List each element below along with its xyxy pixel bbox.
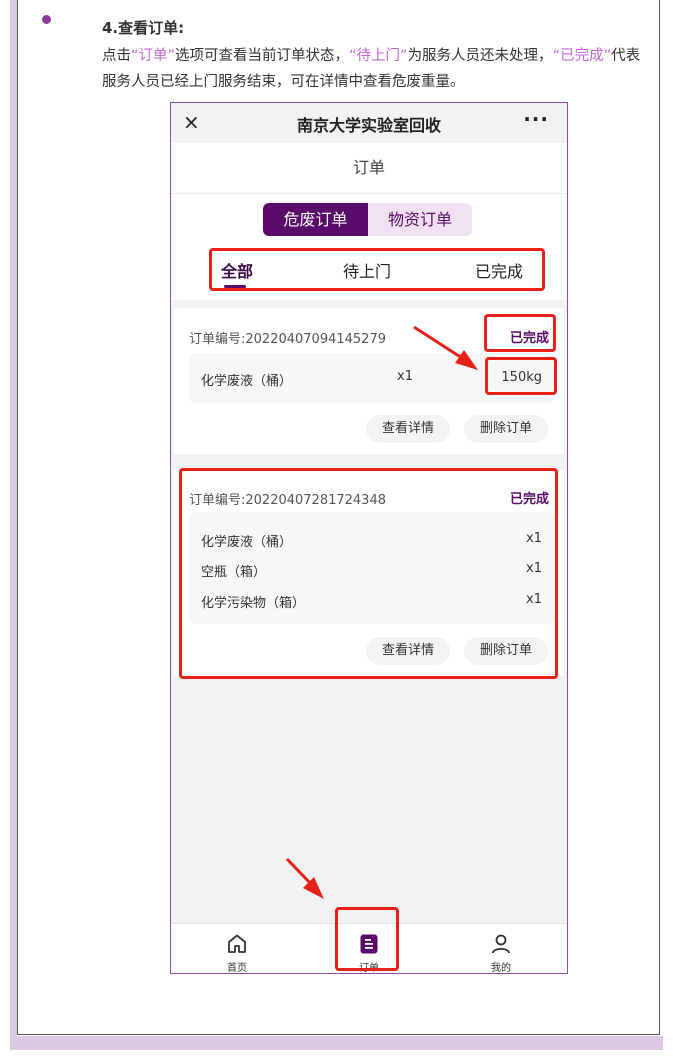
para-text: 点击 bbox=[102, 48, 131, 64]
annotation-box-orders-tab bbox=[335, 907, 399, 971]
app-title: 南京大学实验室回收 bbox=[296, 116, 441, 135]
section-heading: 4.查看订单: bbox=[102, 19, 185, 37]
user-icon bbox=[492, 934, 510, 954]
bottom-border-band bbox=[10, 1036, 663, 1050]
tabbar-label: 首页 bbox=[227, 963, 247, 974]
home-icon bbox=[228, 934, 246, 953]
tabbar-item-mine[interactable]: 我的 bbox=[461, 924, 541, 974]
annotation-box-weight bbox=[485, 357, 557, 395]
instruction-paragraph: 点击“订单”选项可查看当前订单状态，“待上门”为服务人员还未处理，“已完成”代表… bbox=[102, 43, 642, 95]
left-border-band bbox=[10, 0, 17, 1036]
tab-material-orders[interactable]: 物资订单 bbox=[368, 203, 472, 236]
view-details-button[interactable]: 查看详情 bbox=[366, 415, 450, 443]
tabbar-label: 我的 bbox=[491, 963, 511, 974]
para-text: 为服务人员还未处理， bbox=[407, 48, 553, 64]
item-name: 化学废液（桶） bbox=[201, 374, 293, 389]
more-icon[interactable]: ··· bbox=[523, 107, 549, 131]
annotation-box-status bbox=[484, 314, 556, 352]
page-title: 订单 bbox=[171, 143, 567, 194]
list-bullet bbox=[42, 15, 51, 24]
delete-order-button[interactable]: 删除订单 bbox=[464, 415, 548, 443]
para-highlight-done: “已完成” bbox=[552, 48, 612, 64]
order-number: 订单编号:20220407094145279 bbox=[189, 332, 386, 347]
para-text: 选项可查看当前订单状态， bbox=[175, 48, 350, 64]
para-highlight-order: “订单” bbox=[131, 48, 176, 64]
item-quantity: x1 bbox=[397, 369, 413, 384]
tab-hazardous-orders[interactable]: 危废订单 bbox=[263, 203, 368, 236]
tabbar-item-home[interactable]: 首页 bbox=[197, 924, 277, 974]
annotation-box-order-card bbox=[179, 468, 558, 679]
para-highlight-pending: “待上门” bbox=[349, 48, 408, 64]
annotation-box-status-tabs bbox=[209, 248, 545, 291]
nav-bar: × 南京大学实验室回收 ··· bbox=[171, 103, 567, 143]
